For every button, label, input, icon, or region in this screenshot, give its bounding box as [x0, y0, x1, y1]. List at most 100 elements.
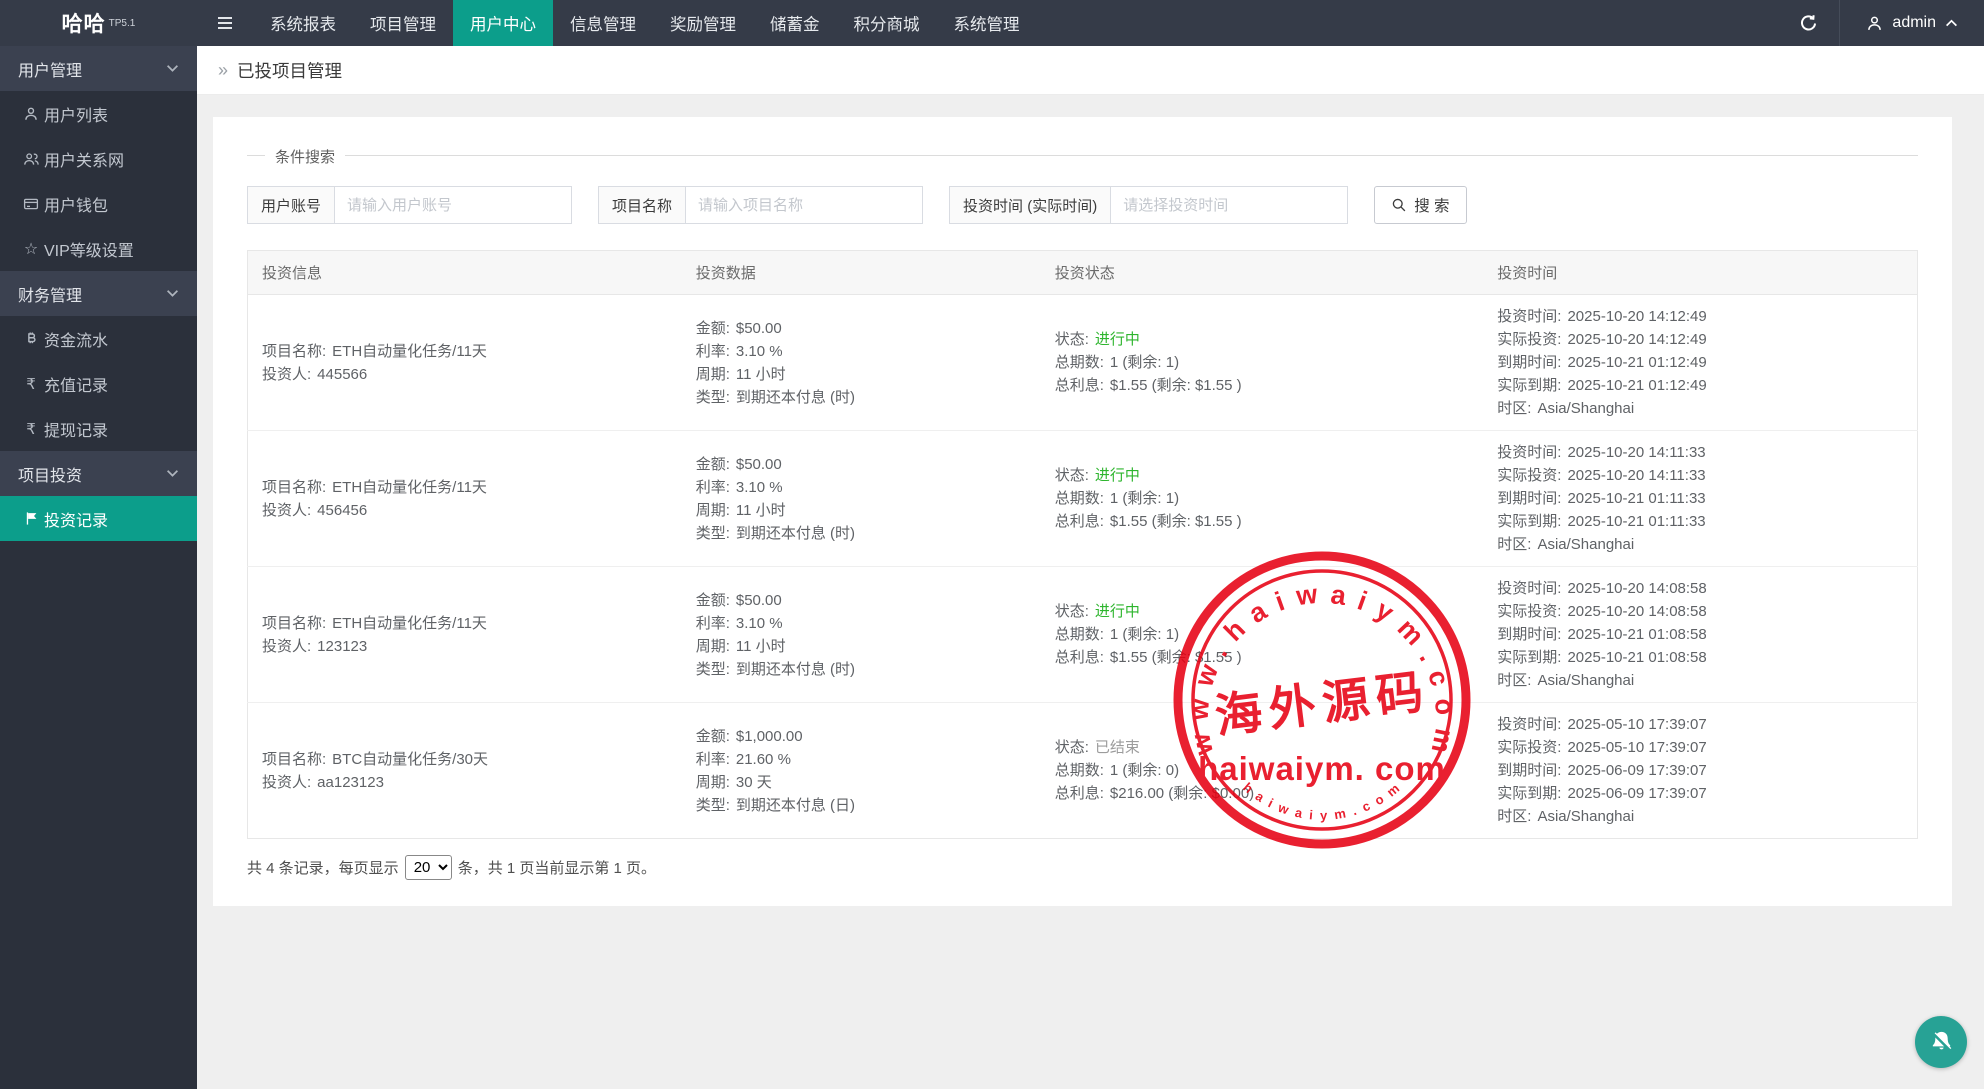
project-name: BTC自动量化任务/30天 [332, 751, 488, 768]
total-interest: $216.00 (剩余: $0.00) [1110, 785, 1254, 802]
notifications-mute-button[interactable] [1915, 1016, 1967, 1068]
search-button[interactable]: 搜 索 [1374, 186, 1466, 224]
investor: 445566 [317, 366, 367, 383]
sidebar-item-label: 用户钱包 [44, 192, 108, 216]
sidebar-item-label: 用户管理 [18, 57, 82, 81]
actual-due-time: 2025-10-21 01:11:33 [1567, 513, 1705, 530]
invest-time-field: 投资时间 (实际时间) [949, 186, 1348, 224]
sidebar-toggle-button[interactable] [197, 0, 253, 46]
status-badge: 已结束 [1095, 739, 1140, 756]
amount: $1,000.00 [736, 728, 803, 745]
rupee-icon: ₹ [18, 420, 44, 438]
sidebar-item-label: 用户列表 [44, 102, 108, 126]
sidebar-item-user-network[interactable]: 用户关系网 [0, 136, 197, 181]
pagination-prefix: 共 4 条记录，每页显示 [247, 857, 399, 878]
field-input[interactable] [685, 186, 923, 224]
total-periods: 1 (剩余: 1) [1110, 490, 1179, 507]
cell-invest-status: 状态:已结束 总期数:1 (剩余: 0) 总利息:$216.00 (剩余: $0… [1041, 703, 1484, 839]
actual-invest-time: 2025-05-10 17:39:07 [1567, 739, 1706, 756]
top-bar: 哈哈 TP5.1 系统报表 项目管理 用户中心 信息管理 奖励管理 [0, 0, 1984, 46]
page-size-select[interactable]: 20 [405, 855, 452, 880]
due-time: 2025-10-21 01:11:33 [1567, 490, 1705, 507]
users-icon [18, 151, 44, 167]
field-label: 项目名称 [598, 186, 685, 224]
chevron-down-icon [166, 469, 179, 478]
tab-reward-manage[interactable]: 奖励管理 [653, 0, 753, 46]
menu-icon [215, 13, 235, 33]
sidebar-item-withdraw-record[interactable]: ₹ 提现记录 [0, 406, 197, 451]
app-logo: 哈哈 TP5.1 [0, 0, 197, 46]
sidebar-group-project-invest[interactable]: 项目投资 [0, 451, 197, 496]
period: 11 小时 [736, 502, 786, 519]
breadcrumb-mark-icon: » [218, 60, 228, 81]
status-badge: 进行中 [1095, 603, 1140, 620]
user-icon [18, 106, 44, 122]
due-time: 2025-10-21 01:12:49 [1567, 354, 1706, 371]
cell-invest-info: 项目名称:ETH自动量化任务/11天 投资人:123123 [248, 567, 682, 703]
payback-type: 到期还本付息 (时) [736, 525, 855, 542]
flag-icon [18, 511, 44, 526]
tab-user-center[interactable]: 用户中心 [453, 0, 553, 46]
tab-system-manage[interactable]: 系统管理 [937, 0, 1037, 46]
table-row: 项目名称:ETH自动量化任务/11天 投资人:123123 金额:$50.00 … [248, 567, 1918, 703]
refresh-button[interactable] [1777, 0, 1839, 46]
sidebar-group-user-manage[interactable]: 用户管理 [0, 46, 197, 91]
cell-invest-status: 状态:进行中 总期数:1 (剩余: 1) 总利息:$1.55 (剩余: $1.5… [1041, 567, 1484, 703]
user-icon [1866, 15, 1883, 32]
top-nav-tabs: 系统报表 项目管理 用户中心 信息管理 奖励管理 储蓄金 积分商城 [253, 0, 1037, 46]
bell-off-icon [1928, 1029, 1955, 1056]
invest-time: 2025-10-20 14:12:49 [1567, 308, 1706, 325]
header-invest-data: 投资数据 [682, 251, 1041, 295]
sidebar-item-label: 提现记录 [44, 417, 108, 441]
refresh-icon [1799, 14, 1818, 33]
invest-time: 2025-10-20 14:11:33 [1567, 444, 1705, 461]
tab-info-manage[interactable]: 信息管理 [553, 0, 653, 46]
project-name-field: 项目名称 [598, 186, 923, 224]
timezone: Asia/Shanghai [1537, 672, 1634, 689]
investor: 456456 [317, 502, 367, 519]
sidebar-item-fund-flow[interactable]: 资金流水 [0, 316, 197, 361]
cell-invest-status: 状态:进行中 总期数:1 (剩余: 1) 总利息:$1.55 (剩余: $1.5… [1041, 431, 1484, 567]
search-legend: 条件搜索 [265, 146, 345, 167]
timezone: Asia/Shanghai [1537, 808, 1634, 825]
tab-project-manage[interactable]: 项目管理 [353, 0, 453, 46]
header-invest-info: 投资信息 [248, 251, 682, 295]
bitcoin-icon [18, 331, 44, 346]
invest-time: 2025-10-20 14:08:58 [1567, 580, 1706, 597]
actual-invest-time: 2025-10-20 14:11:33 [1567, 467, 1705, 484]
sidebar-item-recharge-record[interactable]: ₹ 充值记录 [0, 361, 197, 406]
sidebar-group-finance-manage[interactable]: 财务管理 [0, 271, 197, 316]
status-badge: 进行中 [1095, 331, 1140, 348]
field-label: 投资时间 (实际时间) [949, 186, 1110, 224]
cell-invest-data: 金额:$50.00 利率:3.10 % 周期:11 小时 类型:到期还本付息 (… [682, 431, 1041, 567]
cell-invest-data: 金额:$50.00 利率:3.10 % 周期:11 小时 类型:到期还本付息 (… [682, 295, 1041, 431]
timezone: Asia/Shanghai [1537, 400, 1634, 417]
tab-system-report[interactable]: 系统报表 [253, 0, 353, 46]
total-periods: 1 (剩余: 1) [1110, 626, 1179, 643]
field-input[interactable] [334, 186, 572, 224]
total-periods: 1 (剩余: 0) [1110, 762, 1179, 779]
period: 30 天 [736, 774, 772, 791]
sidebar-item-label: 资金流水 [44, 327, 108, 351]
sidebar: 用户管理 用户列表 用户关系网 用户钱包 ☆ [0, 46, 197, 1089]
pagination: 共 4 条记录，每页显示 20 条，共 1 页当前显示第 1 页。 [247, 855, 1918, 880]
sidebar-item-vip-level[interactable]: ☆ VIP等级设置 [0, 226, 197, 271]
user-menu[interactable]: admin [1839, 0, 1984, 46]
timezone: Asia/Shanghai [1537, 536, 1634, 553]
field-input[interactable] [1110, 186, 1348, 224]
tab-points-mall[interactable]: 积分商城 [837, 0, 937, 46]
table-row: 项目名称:ETH自动量化任务/11天 投资人:456456 金额:$50.00 … [248, 431, 1918, 567]
total-interest: $1.55 (剩余: $1.55 ) [1110, 649, 1242, 666]
chevron-down-icon [166, 64, 179, 73]
pagination-suffix: 条，共 1 页当前显示第 1 页。 [458, 857, 656, 878]
search-form: 用户账号 项目名称 投资时间 (实际时间) [247, 186, 1918, 224]
content-card: 条件搜索 用户账号 项目名称 [213, 117, 1952, 906]
cell-invest-time: 投资时间:2025-10-20 14:12:49 实际投资:2025-10-20… [1483, 295, 1917, 431]
sidebar-item-invest-record[interactable]: 投资记录 [0, 496, 197, 541]
payback-type: 到期还本付息 (时) [736, 661, 855, 678]
sidebar-item-user-wallet[interactable]: 用户钱包 [0, 181, 197, 226]
sidebar-item-user-list[interactable]: 用户列表 [0, 91, 197, 136]
tab-savings[interactable]: 储蓄金 [753, 0, 837, 46]
brand-name: 哈哈 [62, 8, 106, 38]
actual-invest-time: 2025-10-20 14:08:58 [1567, 603, 1706, 620]
